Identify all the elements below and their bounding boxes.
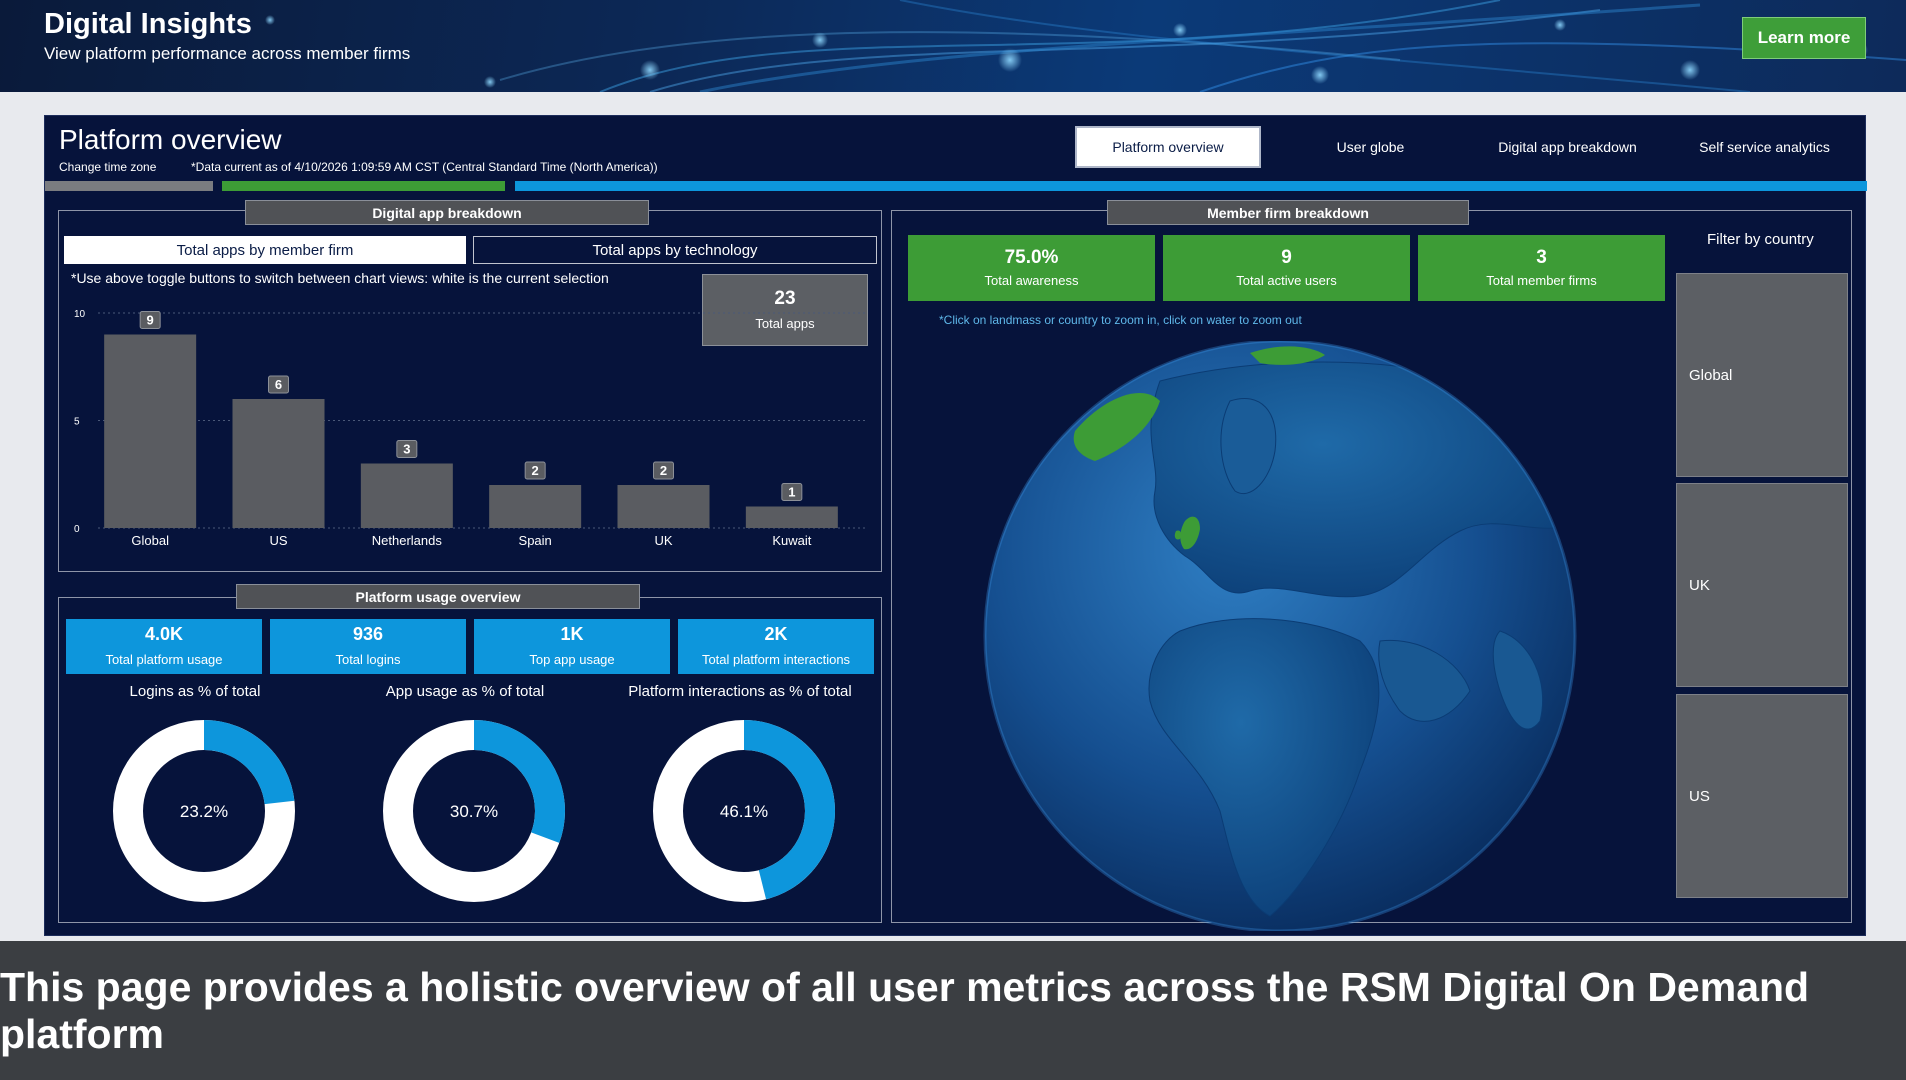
kpi-value: 75.0%: [1004, 247, 1059, 268]
data-label: 2: [532, 463, 539, 478]
kpi-top-app-usage: 1K Top app usage: [474, 619, 670, 674]
kpi-label: Total platform interactions: [701, 652, 851, 667]
data-label: 9: [147, 313, 154, 328]
kpi-label: Top app usage: [529, 652, 615, 667]
x-tick-label: Global: [131, 533, 169, 548]
bar: [617, 485, 710, 528]
kpi-label: Total active users: [1236, 273, 1337, 288]
y-tick-label: 5: [74, 417, 80, 428]
screen: Digital Insights View platform performan…: [0, 0, 1906, 1080]
donut-center-label: 46.1%: [720, 802, 768, 821]
x-tick-label: Netherlands: [372, 533, 443, 548]
data-label: 2: [660, 463, 667, 478]
tab-user-globe[interactable]: User globe: [1272, 126, 1469, 168]
kpi-value: 9: [1281, 247, 1292, 268]
filter-country-us[interactable]: US: [1676, 694, 1848, 898]
kpi-total-logins: 936 Total logins: [270, 619, 466, 674]
page-title: Platform overview: [59, 124, 282, 155]
bar: [360, 463, 453, 528]
data-current-note: *Data current as of 4/10/2026 1:09:59 AM…: [191, 160, 658, 174]
digital-app-breakdown-heading: Digital app breakdown: [245, 200, 649, 225]
donut-title-interactions: Platform interactions as % of total: [628, 683, 852, 700]
donut-title-app-usage: App usage as % of total: [385, 683, 545, 700]
kpi-total-awareness: 75.0% Total awareness: [908, 235, 1155, 301]
donut-logins: 23.2%: [113, 720, 295, 902]
filter-country-uk[interactable]: UK: [1676, 483, 1848, 687]
tab-bar: Platform overview User globe Digital app…: [1075, 126, 1863, 168]
toggle-apps-by-member-firm[interactable]: Total apps by member firm: [64, 236, 466, 264]
kpi-total-member-firms: 3 Total member firms: [1418, 235, 1665, 301]
kpi-label: Total logins: [335, 652, 401, 667]
apps-by-member-firm-chart: 0 5 10 9 Global 6 US 3 Netherlands 2 Spain 2 UK 1 Kuwa…: [74, 309, 868, 548]
donut-title-logins: Logins as % of total: [129, 683, 261, 700]
tab-self-service-analytics[interactable]: Self service analytics: [1666, 126, 1863, 168]
platform-usage-heading: Platform usage overview: [236, 584, 640, 609]
toggle-hint: *Use above toggle buttons to switch betw…: [71, 270, 609, 286]
x-tick-label: Kuwait: [772, 533, 811, 548]
filter-country-global[interactable]: Global: [1676, 273, 1848, 477]
app-subtitle: View platform performance across member …: [44, 44, 411, 63]
kpi-value: 3: [1536, 247, 1547, 268]
data-label: 3: [403, 442, 410, 457]
donut-interactions: 46.1%: [653, 720, 835, 902]
kpi-value: 1K: [560, 624, 584, 644]
x-tick-label: US: [269, 533, 287, 548]
top-banner: Digital Insights View platform performan…: [0, 0, 1906, 92]
progress-segment-blue: [515, 181, 1867, 191]
progress-segment-gray: [45, 181, 213, 191]
kpi-total-platform-usage: 4.0K Total platform usage: [66, 619, 262, 674]
kpi-value: 2K: [764, 624, 788, 644]
change-time-zone-link[interactable]: Change time zone: [59, 160, 156, 174]
kpi-total-platform-interactions: 2K Total platform interactions: [678, 619, 874, 674]
member-firm-heading: Member firm breakdown: [1107, 200, 1469, 225]
donut-segment: [203, 720, 295, 805]
data-label: 1: [788, 485, 795, 500]
kpi-label: Total awareness: [984, 273, 1079, 288]
donut-segment: [473, 720, 565, 843]
bar: [104, 334, 197, 528]
app-title: Digital Insights: [44, 8, 252, 40]
donut-center-label: 30.7%: [450, 802, 498, 821]
section-progress-bars: [45, 181, 1867, 191]
user-globe[interactable]: [980, 341, 1580, 931]
x-tick-label: Spain: [519, 533, 552, 548]
tab-platform-overview[interactable]: Platform overview: [1075, 126, 1261, 168]
kpi-value: 936: [352, 624, 384, 644]
kpi-value: 4.0K: [144, 624, 184, 644]
x-tick-label: UK: [654, 533, 672, 548]
progress-segment-green: [222, 181, 505, 191]
kpi-label: Total member firms: [1486, 273, 1597, 288]
bar: [745, 506, 838, 528]
y-tick-label: 10: [74, 309, 86, 320]
tab-digital-app-breakdown[interactable]: Digital app breakdown: [1469, 126, 1666, 168]
footer-caption: This page provides a holistic overview o…: [0, 941, 1906, 1080]
dashboard-panel: Platform overview Change time zone *Data…: [44, 115, 1867, 936]
donut-center-label: 23.2%: [180, 802, 228, 821]
kpi-total-active-users: 9 Total active users: [1163, 235, 1410, 301]
y-tick-label: 0: [74, 524, 80, 535]
globe-zoom-note: *Click on landmass or country to zoom in…: [939, 313, 1302, 327]
toggle-apps-by-technology[interactable]: Total apps by technology: [473, 236, 877, 264]
donut-app-usage: 30.7%: [383, 720, 565, 902]
bar: [489, 485, 582, 528]
learn-more-button[interactable]: Learn more: [1742, 17, 1866, 59]
data-label: 6: [275, 377, 282, 392]
filter-by-country-title: Filter by country: [1707, 231, 1814, 248]
kpi-label: Total platform usage: [105, 652, 223, 667]
bar: [232, 399, 325, 528]
